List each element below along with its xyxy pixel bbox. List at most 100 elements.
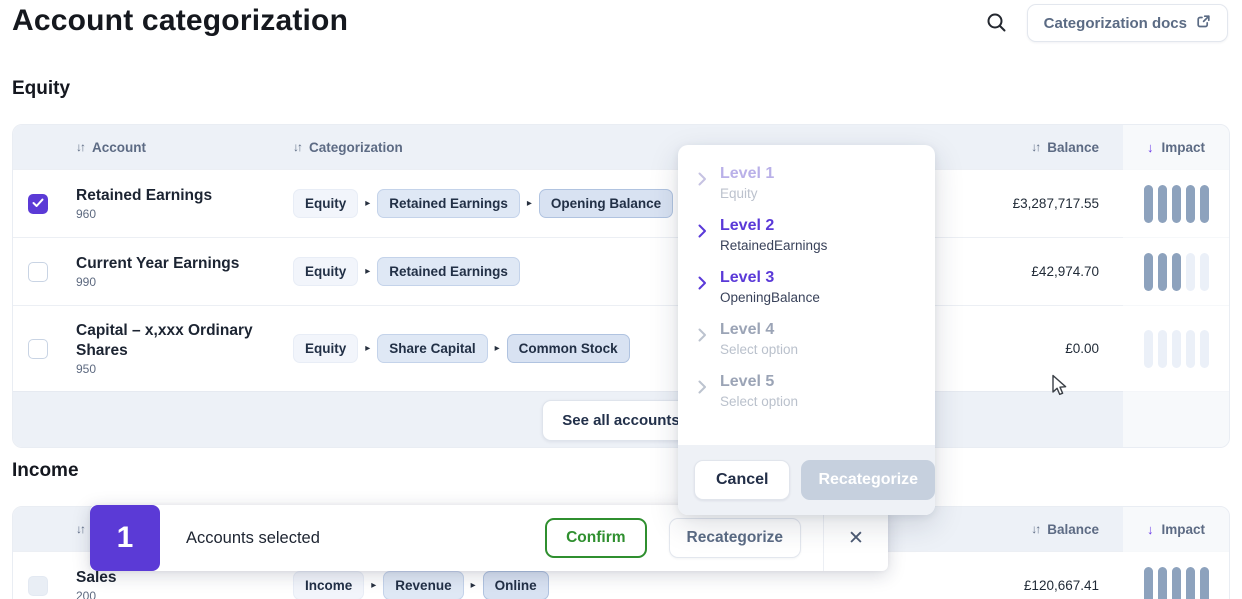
caret-right-icon: ▸: [365, 266, 370, 277]
category-tag[interactable]: Income: [293, 571, 364, 599]
sort-header-balance[interactable]: ↓↑ Balance: [1031, 140, 1099, 155]
table-row: Current Year Earnings 990 Equity ▸ Retai…: [13, 237, 1229, 305]
caret-right-icon: ▸: [371, 580, 376, 591]
chevron-right-icon: [698, 172, 707, 191]
impact-bar: [1200, 253, 1209, 291]
level-5-select: Level 5 Select option: [678, 373, 935, 409]
sort-icon: ↓↑: [76, 140, 84, 154]
level-3-select[interactable]: Level 3 OpeningBalance: [678, 269, 935, 305]
balance-value: £3,287,717.55: [1013, 196, 1099, 211]
account-code: 960: [76, 207, 289, 221]
impact-bars: [1144, 253, 1209, 291]
impact-bar: [1158, 330, 1167, 368]
balance-header-label: Balance: [1047, 522, 1099, 537]
level-value: RetainedEarnings: [720, 238, 827, 253]
impact-bars: [1144, 330, 1209, 368]
impact-bar: [1186, 330, 1195, 368]
categorization-tags: Equity ▸ Share Capital ▸ Common Stock: [293, 334, 630, 363]
impact-bar: [1172, 567, 1181, 599]
impact-bar: [1200, 567, 1209, 599]
impact-bar: [1186, 567, 1195, 599]
sort-icon: ↓↑: [1031, 140, 1039, 154]
equity-table: ↓↑ Account ↓↑ Categorization ↓↑ Balance …: [12, 124, 1230, 448]
category-tag[interactable]: Share Capital: [377, 334, 487, 363]
close-button[interactable]: ✕: [824, 527, 888, 550]
categorization-header-label: Categorization: [309, 140, 403, 155]
balance-value: £42,974.70: [1031, 264, 1099, 279]
categorization-tags: Equity ▸ Retained Earnings: [293, 257, 520, 286]
level-label: Level 5: [720, 373, 798, 391]
table-row: Capital – x,xxx Ordinary Shares 950 Equi…: [13, 305, 1229, 391]
sort-descending-icon: ↓: [1147, 140, 1154, 155]
category-tag[interactable]: Retained Earnings: [377, 189, 520, 218]
sort-icon: ↓↑: [293, 140, 301, 154]
search-button[interactable]: [982, 10, 1010, 38]
category-tag[interactable]: Revenue: [383, 571, 463, 599]
impact-header-label: Impact: [1161, 522, 1205, 537]
impact-bars: [1144, 185, 1209, 223]
caret-right-icon: ▸: [527, 198, 532, 209]
recategorize-button[interactable]: Recategorize: [669, 518, 801, 558]
level-4-select: Level 4 Select option: [678, 321, 935, 357]
level-value: OpeningBalance: [720, 290, 820, 305]
search-icon: [986, 12, 1007, 36]
caret-right-icon: ▸: [495, 343, 500, 354]
level-value: Select option: [720, 342, 798, 357]
confirm-button[interactable]: Confirm: [545, 518, 646, 558]
categorization-tags: Equity ▸ Retained Earnings ▸ Opening Bal…: [293, 189, 673, 218]
sort-header-impact[interactable]: ↓ Impact: [1147, 140, 1205, 155]
sort-header-balance[interactable]: ↓↑ Balance: [1031, 522, 1099, 537]
categorization-docs-button[interactable]: Categorization docs: [1027, 4, 1228, 42]
chevron-right-icon: [698, 276, 707, 295]
sort-descending-icon: ↓: [1147, 522, 1154, 537]
cancel-button[interactable]: Cancel: [694, 460, 790, 500]
sort-icon: ↓↑: [1031, 522, 1039, 536]
level-2-select[interactable]: Level 2 RetainedEarnings: [678, 217, 935, 253]
category-tag[interactable]: Online: [483, 571, 549, 599]
account-header-label: Account: [92, 140, 146, 155]
row-checkbox[interactable]: [28, 262, 48, 282]
level-1-select: Level 1 Equity: [678, 165, 935, 201]
category-tag[interactable]: Equity: [293, 334, 358, 363]
balance-value: £0.00: [1065, 341, 1099, 356]
impact-bars: [1144, 567, 1209, 599]
account-name: Capital – x,xxx Ordinary Shares: [76, 321, 281, 360]
sort-header-categorization[interactable]: ↓↑ Categorization: [293, 140, 403, 155]
sort-header-impact[interactable]: ↓ Impact: [1147, 522, 1205, 537]
impact-bar: [1200, 330, 1209, 368]
account-code: 990: [76, 275, 289, 289]
chevron-right-icon: [698, 380, 707, 399]
docs-button-label: Categorization docs: [1044, 15, 1187, 32]
impact-bar: [1158, 253, 1167, 291]
impact-bar: [1144, 330, 1153, 368]
external-link-icon: [1196, 14, 1211, 33]
chevron-right-icon: [698, 224, 707, 243]
row-checkbox[interactable]: [28, 576, 48, 596]
see-all-accounts-button[interactable]: See all accounts: [542, 400, 700, 441]
income-section-title: Income: [12, 460, 79, 482]
impact-bar: [1186, 253, 1195, 291]
impact-bar: [1200, 185, 1209, 223]
category-tag[interactable]: Equity: [293, 257, 358, 286]
category-tag[interactable]: Retained Earnings: [377, 257, 520, 286]
category-tag[interactable]: Common Stock: [507, 334, 630, 363]
level-label: Level 1: [720, 165, 774, 183]
category-tag[interactable]: Opening Balance: [539, 189, 673, 218]
account-name: Retained Earnings: [76, 186, 281, 205]
level-label: Level 3: [720, 269, 820, 287]
chevron-right-icon: [698, 328, 707, 347]
impact-bar: [1172, 185, 1181, 223]
equity-table-footer: See all accounts: [13, 391, 1229, 448]
category-tag[interactable]: Equity: [293, 189, 358, 218]
impact-bar: [1172, 253, 1181, 291]
impact-header-label: Impact: [1161, 140, 1205, 155]
impact-bar: [1144, 185, 1153, 223]
impact-bar: [1172, 330, 1181, 368]
row-checkbox[interactable]: [28, 339, 48, 359]
row-checkbox[interactable]: [28, 194, 48, 214]
selection-label: Accounts selected: [186, 529, 320, 548]
sort-header-account[interactable]: ↓↑ Account: [76, 140, 146, 155]
caret-right-icon: ▸: [471, 580, 476, 591]
recategorize-popover: Level 1 Equity Level 2 RetainedEarnings …: [678, 145, 935, 515]
selected-count-badge: 1: [90, 505, 160, 571]
